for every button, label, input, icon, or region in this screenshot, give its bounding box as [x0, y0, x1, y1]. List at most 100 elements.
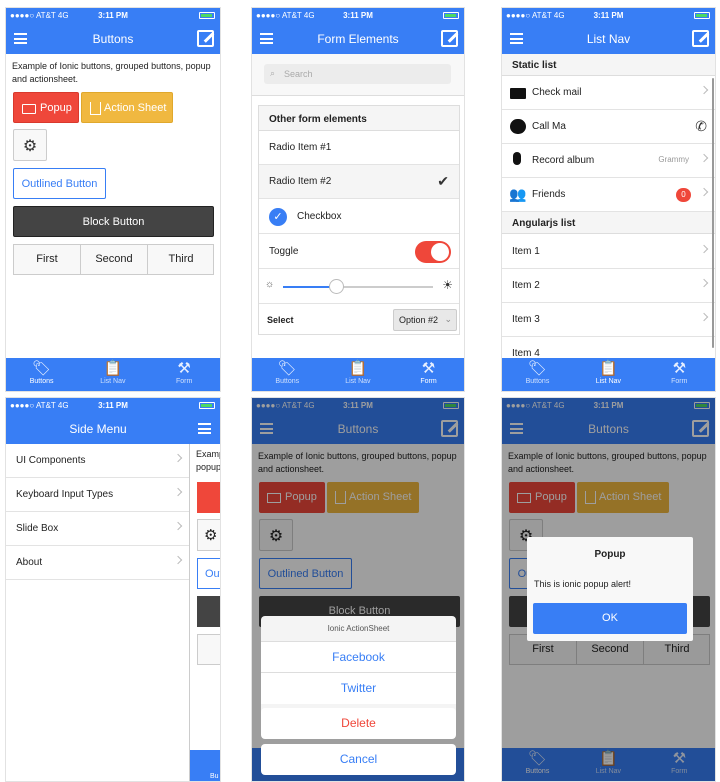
menu-title: Side Menu	[69, 422, 127, 436]
delete-option[interactable]: Delete	[261, 708, 456, 739]
action-sheet-title: Ionic ActionSheet	[261, 616, 456, 642]
search-placeholder: Search	[284, 69, 313, 79]
list-item[interactable]: Item 1	[502, 235, 715, 269]
tab-list-nav[interactable]: 📋List Nav	[77, 358, 148, 391]
page-title: List Nav	[586, 32, 631, 46]
peek-outlined-button: Out	[197, 558, 221, 589]
cancel-option[interactable]: Cancel	[261, 744, 456, 775]
compose-icon[interactable]	[441, 30, 458, 47]
tools-icon: ⚒	[177, 360, 191, 377]
chevron-right-icon	[173, 521, 183, 531]
list-item[interactable]: Item 3	[502, 303, 715, 337]
group-third-button[interactable]: Third	[148, 245, 214, 274]
item-label: About	[16, 557, 43, 568]
menu-item-slide-box[interactable]: Slide Box	[6, 512, 189, 546]
range-knob[interactable]	[328, 279, 344, 294]
page-title: Buttons	[92, 32, 134, 46]
tab-buttons[interactable]: 🏷Buttons	[6, 358, 77, 391]
tab-form[interactable]: ⚒Form	[393, 358, 464, 391]
scrollbar[interactable]	[712, 78, 714, 348]
intro-text: Example of Ionic buttons, grouped button…	[12, 61, 211, 84]
chevron-right-icon	[173, 453, 183, 463]
list-item-call[interactable]: Call Ma ✆	[502, 110, 715, 144]
toggle-knob	[431, 243, 449, 261]
checkbox-checked-icon[interactable]: ✓	[269, 208, 287, 226]
radio-item-2[interactable]: Radio Item #2 ✔	[259, 165, 459, 199]
chevron-right-icon	[699, 187, 709, 197]
tab-form[interactable]: ⚒Form	[149, 358, 220, 391]
settings-button[interactable]: ⚙	[13, 129, 47, 161]
group-second-button[interactable]: Second	[81, 245, 148, 274]
item-label: Item 1	[512, 246, 540, 257]
clipboard-icon: 📋	[348, 360, 368, 377]
checkbox-item[interactable]: ✓ Checkbox	[259, 200, 459, 234]
group-first-button[interactable]: First	[14, 245, 81, 274]
tab-list-nav[interactable]: 📋List Nav	[323, 358, 394, 391]
compose-icon[interactable]	[692, 30, 709, 47]
phone-icon: ✆	[695, 118, 707, 134]
tab-list-nav[interactable]: 📋List Nav	[573, 358, 644, 391]
select-item[interactable]: Select Option #2 ⌄	[259, 304, 459, 336]
list-item[interactable]: Item 2	[502, 269, 715, 303]
chevron-right-icon	[699, 278, 709, 288]
compose-icon[interactable]	[197, 30, 214, 47]
clipboard-icon: 📋	[599, 360, 618, 377]
popup-dialog: Popup This is ionic popup alert! OK	[527, 537, 693, 641]
select-box[interactable]: Option #2 ⌄	[393, 309, 457, 331]
tab-label: List Nav	[100, 378, 126, 385]
screen-buttons: ●●●●○ AT&T 4G 3:11 PM Buttons Example of…	[5, 7, 221, 392]
list-item-check-mail[interactable]: Check mail	[502, 76, 715, 110]
radio-label: Radio Item #2	[269, 176, 332, 187]
peek-tab-label: Bu	[210, 773, 219, 780]
peek-popup-button	[197, 482, 220, 513]
actionsheet-button[interactable]: Action Sheet	[81, 92, 173, 123]
item-label: UI Components	[16, 455, 86, 466]
gear-icon: ⚙	[22, 138, 38, 155]
menu-item-about[interactable]: About	[6, 546, 189, 580]
tab-form[interactable]: ⚒Form	[644, 358, 715, 391]
ok-button[interactable]: OK	[533, 603, 687, 634]
menu-item-ui-components[interactable]: UI Components	[6, 444, 189, 478]
item-label: Record album	[532, 155, 595, 166]
peek-block-button	[197, 596, 220, 627]
menu-icon[interactable]	[198, 423, 211, 434]
tab-buttons[interactable]: 🏷Buttons	[502, 358, 573, 391]
twitter-option[interactable]: Twitter	[261, 673, 456, 704]
tab-buttons[interactable]: 🏷Buttons	[252, 358, 323, 391]
block-button[interactable]: Block Button	[13, 206, 214, 237]
sun-small-icon: ☼	[265, 279, 275, 290]
screen-popup: ●●●●○ AT&T 4G 3:11 PM Buttons Example of…	[501, 397, 716, 782]
tools-icon: ⚒	[421, 360, 436, 377]
friends-badge: 0	[676, 188, 691, 202]
peek-button-group	[197, 634, 220, 665]
gear-icon: ⚙	[204, 527, 218, 544]
tag-icon: 🏷	[277, 360, 297, 377]
chevron-right-icon	[699, 85, 709, 95]
tab-label: Buttons	[275, 378, 300, 385]
popup-button[interactable]: Popup	[13, 92, 79, 123]
header-bar: Buttons	[6, 23, 220, 54]
angularjs-list-header: Angularjs list	[502, 212, 715, 234]
range-item: ☼ ☀	[259, 270, 459, 304]
folder-icon	[22, 104, 36, 114]
radio-item-1[interactable]: Radio Item #1	[259, 131, 459, 165]
main-content-peek[interactable]: Examp popup ⚙ Out Bu	[190, 413, 221, 781]
tab-label: List Nav	[595, 378, 622, 385]
checkmark-icon: ✔	[437, 173, 449, 189]
range-slider[interactable]	[283, 279, 433, 294]
facebook-option[interactable]: Facebook	[261, 642, 456, 673]
list-item-record-album[interactable]: Record album Grammy	[502, 144, 715, 178]
peek-header	[190, 413, 220, 444]
status-bar: ●●●●○ AT&T 4G 3:11 PM	[252, 8, 464, 23]
select-label: Select	[267, 315, 294, 325]
menu-item-keyboard-input-types[interactable]: Keyboard Input Types	[6, 478, 189, 512]
battery-icon	[199, 12, 215, 19]
item-note: Grammy	[658, 155, 689, 164]
header-bar: Form Elements	[252, 23, 464, 54]
toggle-switch[interactable]	[415, 241, 451, 263]
peek-settings-button: ⚙	[197, 519, 220, 551]
search-input[interactable]: ⌕ Search	[264, 64, 451, 84]
peek-outlined-label: Out	[205, 568, 221, 580]
list-item-friends[interactable]: 👥 Friends 0	[502, 178, 715, 212]
outlined-button[interactable]: Outlined Button	[13, 168, 106, 199]
